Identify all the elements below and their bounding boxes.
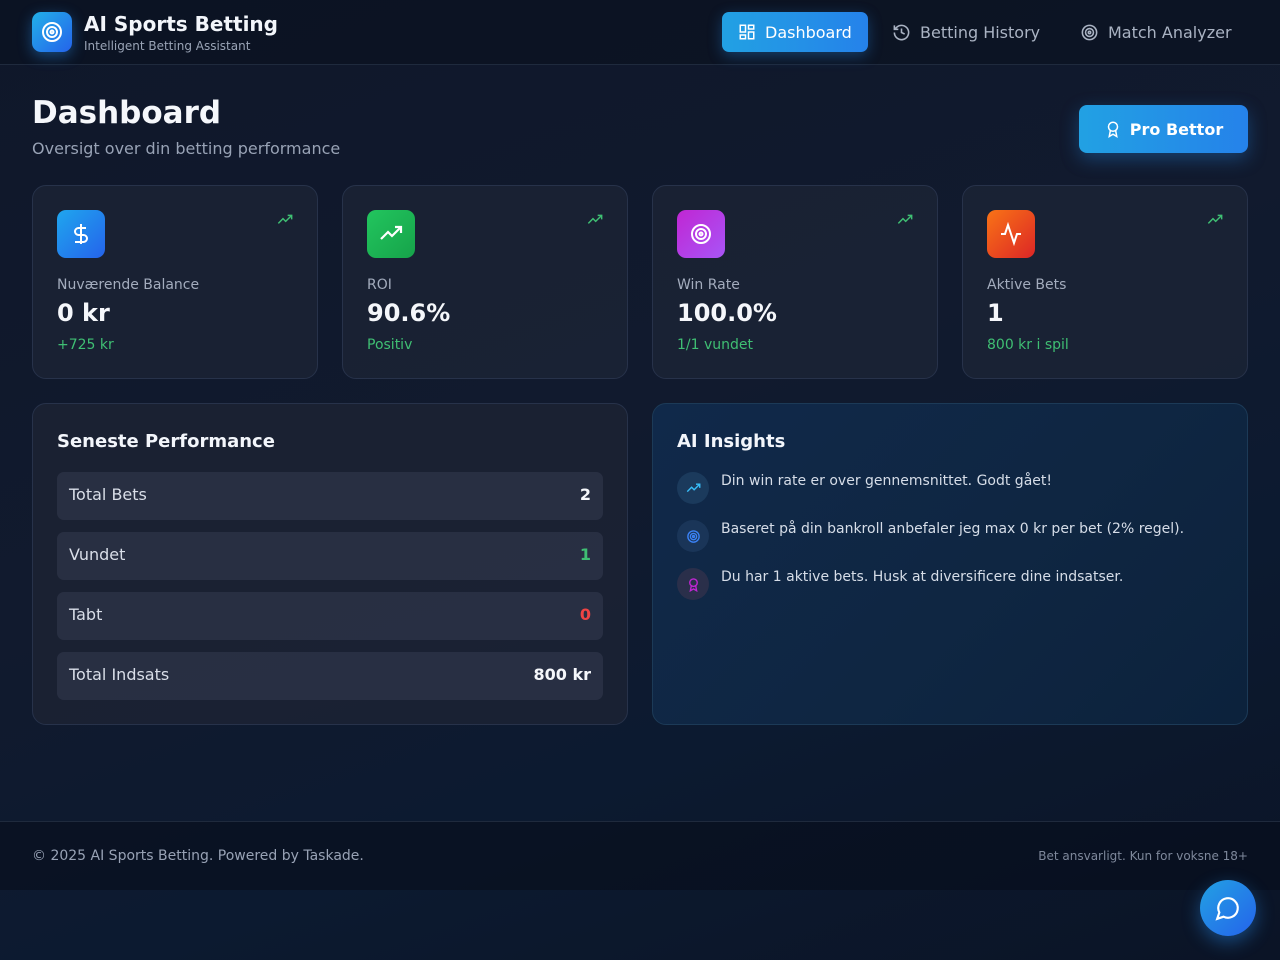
trending-up-icon xyxy=(587,214,603,224)
performance-row-label: Vundet xyxy=(69,545,126,564)
top-header: AI Sports Betting Intelligent Betting As… xyxy=(0,0,1280,65)
activity-icon xyxy=(987,210,1035,258)
performance-row-label: Tabt xyxy=(69,605,103,624)
performance-row-value: 0 xyxy=(579,605,591,624)
history-icon xyxy=(893,24,910,40)
app-subtitle: Intelligent Betting Assistant xyxy=(84,39,251,53)
stat-value: 90.6% xyxy=(367,299,451,327)
stat-value: 0 kr xyxy=(57,299,110,327)
footer-copyright: © 2025 AI Sports Betting. Powered by Tas… xyxy=(32,848,364,864)
footer: © 2025 AI Sports Betting. Powered by Tas… xyxy=(0,821,1280,890)
nav-betting-history-label: Betting History xyxy=(920,22,1041,42)
dollar-icon xyxy=(57,210,105,258)
app-logo-icon[interactable] xyxy=(32,12,72,52)
insight-text: Baseret på din bankroll anbefaler jeg ma… xyxy=(721,521,1185,537)
stat-card-active-bets: Aktive Bets 1 800 kr i spil xyxy=(962,185,1248,379)
trending-up-icon xyxy=(277,214,293,224)
target-icon xyxy=(677,520,709,552)
performance-panel: Seneste Performance Total Bets 2 Vundet … xyxy=(32,403,628,725)
pro-bettor-badge[interactable]: Pro Bettor xyxy=(1079,105,1248,153)
page-title: Dashboard xyxy=(32,95,222,131)
performance-title: Seneste Performance xyxy=(57,431,275,452)
stat-sub: Positiv xyxy=(367,337,413,353)
performance-row-value: 800 kr xyxy=(533,665,592,684)
nav-betting-history[interactable]: Betting History xyxy=(876,12,1056,52)
stat-sub: +725 kr xyxy=(57,337,114,353)
performance-row-value: 2 xyxy=(579,485,591,504)
performance-row-label: Total Indsats xyxy=(69,665,170,684)
stat-label: Aktive Bets xyxy=(987,277,1067,293)
nav-match-analyzer-label: Match Analyzer xyxy=(1108,22,1232,42)
stat-card-roi: ROI 90.6% Positiv xyxy=(342,185,628,379)
trending-up-icon xyxy=(367,210,415,258)
nav-match-analyzer[interactable]: Match Analyzer xyxy=(1064,12,1248,52)
chat-button[interactable] xyxy=(1200,880,1256,936)
footer-disclaimer: Bet ansvarligt. Kun for voksne 18+ xyxy=(1038,849,1248,863)
target-icon xyxy=(677,210,725,258)
performance-row-label: Total Bets xyxy=(69,485,147,504)
app-title: AI Sports Betting xyxy=(84,12,278,36)
award-icon xyxy=(1107,121,1119,138)
nav-dashboard[interactable]: Dashboard xyxy=(722,12,868,52)
trending-up-icon xyxy=(897,214,913,224)
insight-text: Du har 1 aktive bets. Husk at diversific… xyxy=(721,569,1124,585)
insight-text: Din win rate er over gennemsnittet. Godt… xyxy=(721,473,1052,489)
performance-row-total-bets: Total Bets 2 xyxy=(57,472,603,520)
stat-card-balance: Nuværende Balance 0 kr +725 kr xyxy=(32,185,318,379)
stat-sub: 800 kr i spil xyxy=(987,337,1069,353)
stat-value: 1 xyxy=(987,299,1004,327)
performance-row-total-stake: Total Indsats 800 kr xyxy=(57,652,603,700)
chat-bubble-icon xyxy=(1215,897,1239,921)
trending-up-icon xyxy=(1207,214,1223,224)
stat-label: Win Rate xyxy=(677,277,740,293)
stat-value: 100.0% xyxy=(677,299,777,327)
stat-sub: 1/1 vundet xyxy=(677,337,754,353)
ai-insights-title: AI Insights xyxy=(677,431,786,452)
stat-label: ROI xyxy=(367,277,392,293)
ai-insights-panel: AI Insights Din win rate er over gennems… xyxy=(652,403,1248,725)
stat-label: Nuværende Balance xyxy=(57,277,200,293)
page-subtitle: Oversigt over din betting performance xyxy=(32,139,341,158)
award-icon xyxy=(677,568,709,600)
target-icon xyxy=(1081,24,1098,40)
performance-row-won: Vundet 1 xyxy=(57,532,603,580)
trending-up-icon xyxy=(677,472,709,504)
nav-dashboard-label: Dashboard xyxy=(765,22,852,42)
dashboard-grid-icon xyxy=(739,24,755,40)
pro-bettor-label: Pro Bettor xyxy=(1129,119,1224,139)
performance-row-lost: Tabt 0 xyxy=(57,592,603,640)
performance-row-value: 1 xyxy=(579,545,591,564)
stat-card-win-rate: Win Rate 100.0% 1/1 vundet xyxy=(652,185,938,379)
